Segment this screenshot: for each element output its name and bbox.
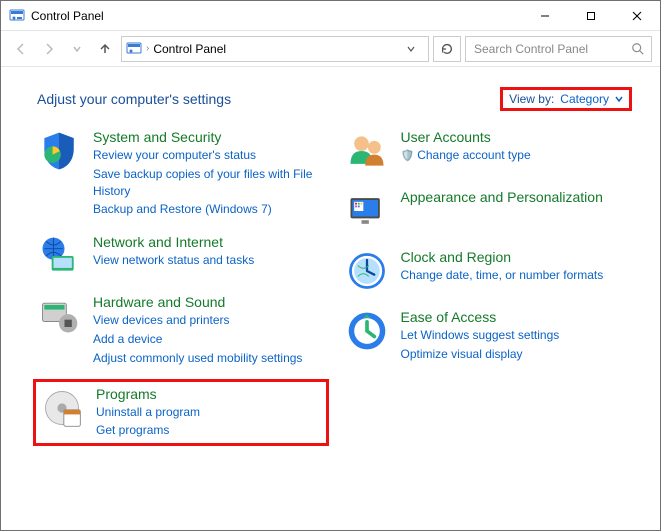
category-link[interactable]: Change date, time, or number formats: [401, 267, 604, 284]
category-body: Hardware and Sound View devices and print…: [93, 294, 302, 366]
close-button[interactable]: [614, 1, 660, 30]
address-dropdown-icon[interactable]: [406, 44, 424, 54]
category-ease-of-access: Ease of Access Let Windows suggest settin…: [345, 309, 633, 363]
category-body: User Accounts Change account type: [401, 129, 531, 164]
forward-button[interactable]: [37, 37, 61, 61]
chevron-down-icon[interactable]: [615, 95, 623, 103]
category-user-accounts: User Accounts Change account type: [345, 129, 633, 173]
control-panel-icon: [126, 41, 142, 57]
hardware-and-sound-icon: [37, 294, 81, 338]
up-button[interactable]: [93, 37, 117, 61]
category-appearance-and-personalization: Appearance and Personalization: [345, 189, 633, 233]
network-and-internet-icon: [37, 234, 81, 278]
category-body: System and Security Review your computer'…: [93, 129, 325, 218]
category-link[interactable]: Backup and Restore (Windows 7): [93, 201, 325, 218]
category-link[interactable]: Add a device: [93, 331, 302, 348]
category-title[interactable]: User Accounts: [401, 129, 531, 145]
clock-and-region-icon: [345, 249, 389, 293]
category-title[interactable]: Ease of Access: [401, 309, 560, 325]
view-by-control[interactable]: View by: Category: [500, 87, 632, 111]
category-columns: System and Security Review your computer'…: [37, 129, 632, 442]
top-line: Adjust your computer's settings View by:…: [37, 87, 632, 111]
view-by-value[interactable]: Category: [560, 92, 609, 106]
back-button[interactable]: [9, 37, 33, 61]
minimize-button[interactable]: [522, 1, 568, 30]
refresh-button[interactable]: [433, 36, 461, 62]
category-body: Ease of Access Let Windows suggest settin…: [401, 309, 560, 363]
category-title[interactable]: Clock and Region: [401, 249, 604, 265]
search-icon[interactable]: [631, 42, 645, 56]
category-link[interactable]: Uninstall a program: [96, 404, 200, 421]
content-area: Adjust your computer's settings View by:…: [1, 67, 660, 530]
user-accounts-icon: [345, 129, 389, 173]
page-heading: Adjust your computer's settings: [37, 91, 231, 107]
category-hardware-and-sound: Hardware and Sound View devices and print…: [37, 294, 325, 366]
category-title[interactable]: Appearance and Personalization: [401, 189, 603, 205]
system-and-security-icon: [37, 129, 81, 173]
category-title[interactable]: Network and Internet: [93, 234, 254, 250]
search-box[interactable]: [465, 36, 652, 62]
window-title: Control Panel: [31, 9, 522, 23]
category-link[interactable]: Save backup copies of your files with Fi…: [93, 166, 325, 200]
programs-icon: [40, 386, 84, 430]
window: Control Panel › Control Panel Adjust you…: [0, 0, 661, 531]
category-body: Network and Internet View network status …: [93, 234, 254, 269]
left-column: System and Security Review your computer'…: [37, 129, 325, 442]
category-link[interactable]: View devices and printers: [93, 312, 302, 329]
category-title[interactable]: Hardware and Sound: [93, 294, 302, 310]
category-link[interactable]: Change account type: [401, 147, 531, 164]
category-title[interactable]: Programs: [96, 386, 200, 402]
category-body: Clock and Region Change date, time, or nu…: [401, 249, 604, 284]
chevron-right-icon[interactable]: ›: [146, 43, 149, 54]
right-column: User Accounts Change account type Appearan…: [345, 129, 633, 442]
view-by-label: View by:: [509, 92, 554, 106]
maximize-button[interactable]: [568, 1, 614, 30]
category-programs: Programs Uninstall a programGet programs: [33, 379, 329, 447]
category-link[interactable]: View network status and tasks: [93, 252, 254, 269]
category-title[interactable]: System and Security: [93, 129, 325, 145]
category-body: Programs Uninstall a programGet programs: [96, 386, 200, 440]
category-system-and-security: System and Security Review your computer'…: [37, 129, 325, 218]
category-link[interactable]: Adjust commonly used mobility settings: [93, 350, 302, 367]
category-body: Appearance and Personalization: [401, 189, 603, 205]
category-clock-and-region: Clock and Region Change date, time, or nu…: [345, 249, 633, 293]
title-bar: Control Panel: [1, 1, 660, 31]
category-link[interactable]: Let Windows suggest settings: [401, 327, 560, 344]
search-input[interactable]: [472, 41, 631, 57]
ease-of-access-icon: [345, 309, 389, 353]
recent-locations-button[interactable]: [65, 37, 89, 61]
window-controls: [522, 1, 660, 30]
address-bar[interactable]: › Control Panel: [121, 36, 429, 62]
category-link[interactable]: Get programs: [96, 422, 200, 439]
category-link[interactable]: Review your computer's status: [93, 147, 325, 164]
control-panel-icon: [9, 8, 25, 24]
navigation-bar: › Control Panel: [1, 31, 660, 67]
category-link[interactable]: Optimize visual display: [401, 346, 560, 363]
category-network-and-internet: Network and Internet View network status …: [37, 234, 325, 278]
address-text[interactable]: Control Panel: [153, 42, 402, 56]
appearance-and-personalization-icon: [345, 189, 389, 233]
